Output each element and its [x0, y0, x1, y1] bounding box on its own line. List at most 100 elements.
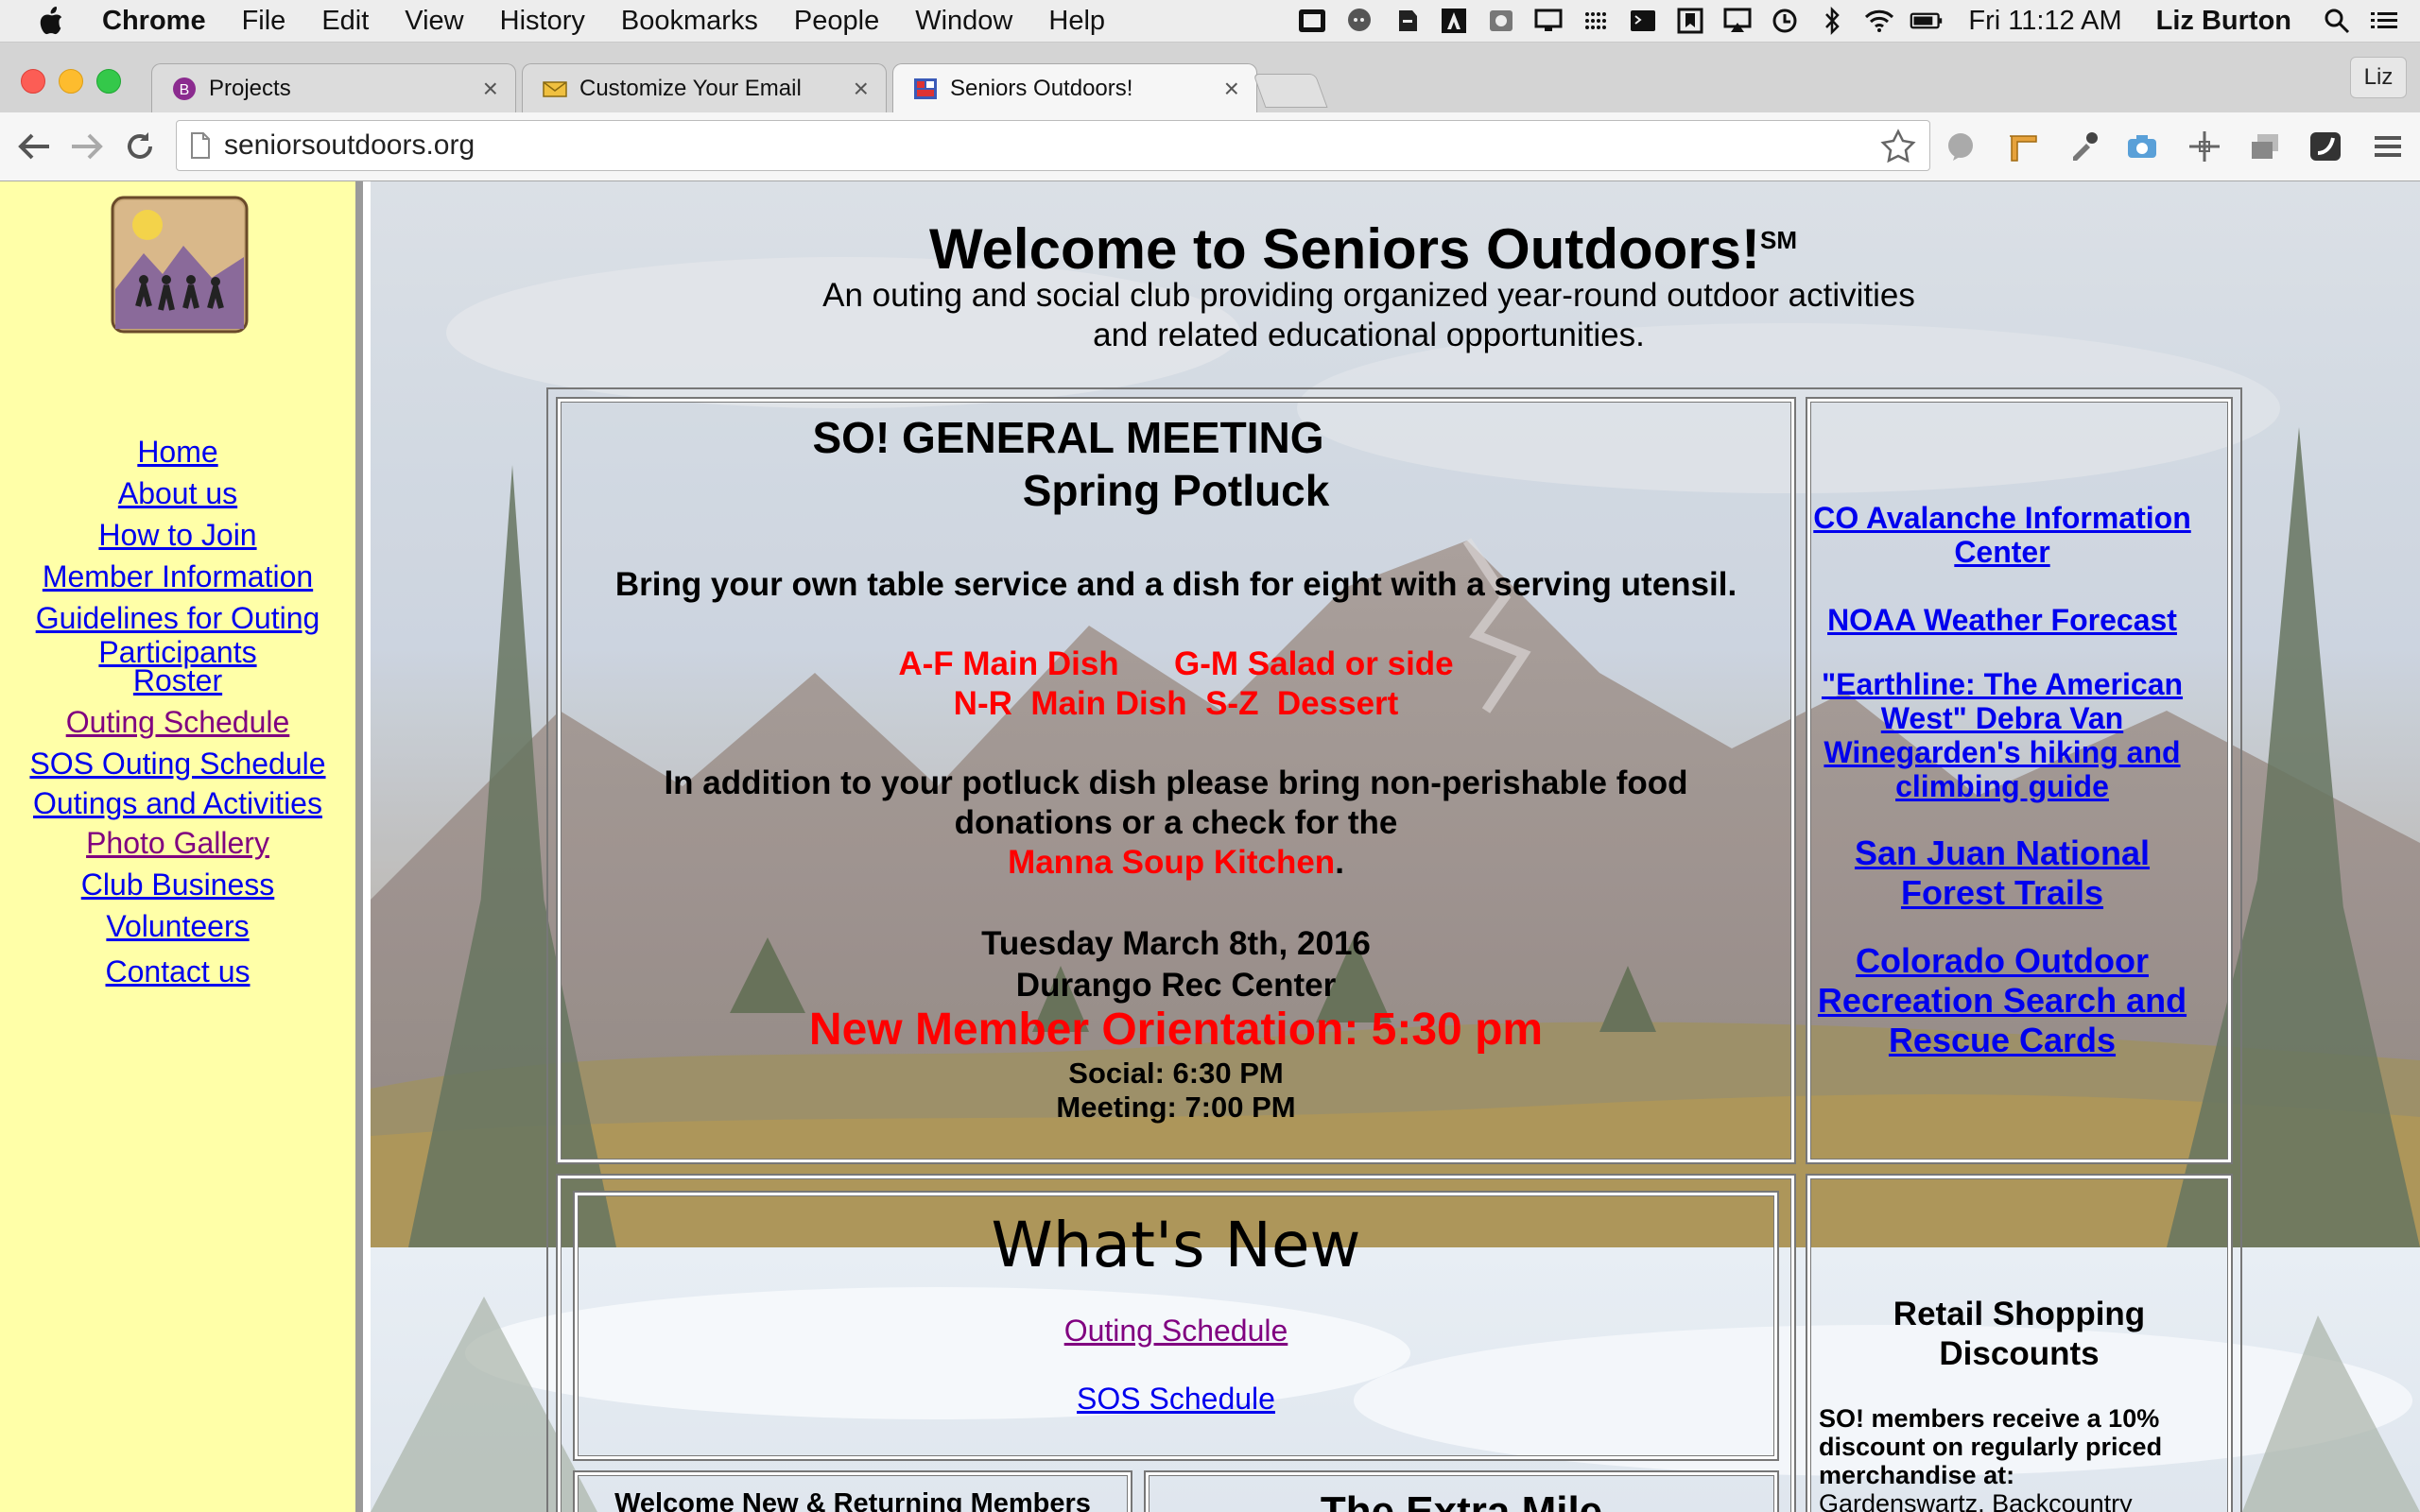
- tab-close-icon[interactable]: ×: [1224, 74, 1239, 104]
- site-sidebar: Home About us How to Join Member Informatio…: [0, 181, 363, 1512]
- noaa-forecast-link[interactable]: NOAA Weather Forecast: [1804, 603, 2201, 637]
- extra-mile-heading: The Extra Mile: [1320, 1488, 1603, 1512]
- retail-title: Retail Shopping Discounts: [1893, 1296, 2146, 1372]
- bookmark-box-icon[interactable]: [1673, 7, 1707, 35]
- sidebar-link-about-us[interactable]: About us: [0, 476, 355, 510]
- apple-icon[interactable]: [38, 7, 64, 35]
- seniors-outdoors-logo[interactable]: [110, 195, 250, 335]
- new-tab-button[interactable]: [1253, 74, 1328, 108]
- sidebar-link-guidelines-for-outing[interactable]: Guidelines for Outing Participants: [0, 601, 355, 669]
- whats-new-outing-link[interactable]: Outing Schedule: [556, 1314, 1796, 1348]
- menu-window[interactable]: Window: [915, 6, 1012, 37]
- menu-app-chrome[interactable]: Chrome: [102, 6, 206, 37]
- extension-ruler-icon[interactable]: [2004, 128, 2042, 165]
- san-juan-trails-link[interactable]: San Juan National Forest Trails: [1804, 833, 2201, 913]
- tab-title: Seniors Outdoors!: [950, 76, 1133, 101]
- sidebar-link-roster[interactable]: Roster: [0, 663, 355, 697]
- tab-close-icon[interactable]: ×: [854, 74, 869, 104]
- social-time: Social: 6:30 PM: [1068, 1057, 1284, 1090]
- sidebar-link-sos-outing-schedule[interactable]: SOS Outing Schedule: [0, 747, 355, 781]
- email-favicon-icon: [543, 81, 567, 97]
- adobe-icon[interactable]: [1437, 7, 1471, 35]
- sidebar-link-home[interactable]: Home: [0, 435, 355, 469]
- chat-bubble-icon[interactable]: [1342, 7, 1376, 35]
- bluetooth-icon[interactable]: [1815, 7, 1849, 35]
- meeting-title: SO! GENERAL MEETING: [812, 413, 1324, 462]
- spotlight-search-icon[interactable]: [2320, 7, 2354, 35]
- time-machine-icon[interactable]: [1768, 7, 1802, 35]
- profile-button[interactable]: Liz: [2350, 57, 2407, 98]
- browser-tab-strip: B Projects × Customize Your Email × Seni…: [0, 43, 2420, 113]
- address-bar-url[interactable]: seniorsoutdoors.org: [224, 121, 475, 170]
- extension-camera-icon[interactable]: [2123, 128, 2161, 165]
- page-icon: [191, 132, 210, 159]
- dish-assignment-line2: N-R Main Dish S-Z Dessert: [953, 685, 1399, 722]
- whats-new-sos-link[interactable]: SOS Schedule: [556, 1382, 1796, 1416]
- back-arrow-icon: [18, 133, 49, 160]
- sidebar-link-photo-gallery[interactable]: Photo Gallery: [0, 826, 355, 860]
- extension-chat-icon[interactable]: [1942, 128, 1979, 165]
- window-zoom-button[interactable]: [96, 69, 121, 94]
- tab-projects[interactable]: B Projects ×: [151, 63, 516, 112]
- main-content: Welcome to Seniors Outdoors!SM An outing…: [371, 181, 2420, 1512]
- grid-dots-icon[interactable]: [1579, 7, 1613, 35]
- wifi-icon[interactable]: [1862, 7, 1896, 35]
- terminal-icon[interactable]: [1626, 7, 1660, 35]
- meeting-time: Meeting: 7:00 PM: [1056, 1091, 1296, 1124]
- menu-history[interactable]: History: [500, 6, 585, 37]
- retail-description: SO! members receive a 10% discount on reg…: [1819, 1404, 2163, 1512]
- menubar-clock[interactable]: Fri 11:12 AM: [1968, 6, 2121, 37]
- orientation-notice: New Member Orientation: 5:30 pm: [808, 1005, 1544, 1055]
- forward-button[interactable]: [66, 126, 108, 167]
- meeting-subtitle: Spring Potluck: [1022, 466, 1330, 515]
- tab-seniors-outdoors[interactable]: Seniors Outdoors! ×: [892, 63, 1257, 113]
- menu-people[interactable]: People: [794, 6, 879, 37]
- extension-crosshair-icon[interactable]: [2186, 128, 2223, 165]
- tab-customize-email[interactable]: Customize Your Email ×: [522, 63, 887, 112]
- forward-arrow-icon: [72, 133, 103, 160]
- extension-stack-icon[interactable]: [2246, 128, 2284, 165]
- avalanche-info-link[interactable]: CO Avalanche Information Center: [1804, 501, 2201, 569]
- notification-center-icon[interactable]: [2367, 7, 2401, 35]
- bookmark-star-icon[interactable]: [1880, 129, 1916, 164]
- menu-edit[interactable]: Edit: [321, 6, 369, 37]
- sidebar-link-contact-us[interactable]: Contact us: [0, 954, 355, 988]
- evernote-icon[interactable]: [1390, 7, 1424, 35]
- earthline-guide-link[interactable]: "Earthline: The American West" Debra Van W…: [1804, 667, 2201, 803]
- svg-text:B: B: [180, 82, 190, 98]
- page-subtitle-line1: An outing and social club providing orga…: [822, 277, 1915, 314]
- sidebar-link-outings-and-activities[interactable]: Outings and Activities: [0, 786, 355, 820]
- menubar-user-name[interactable]: Liz Burton: [2156, 6, 2291, 37]
- menu-file[interactable]: File: [242, 6, 286, 37]
- window-close-button[interactable]: [21, 69, 45, 94]
- sidebar-link-member-information[interactable]: Member Information: [0, 559, 355, 593]
- system-prefs-icon[interactable]: [1484, 7, 1518, 35]
- address-bar[interactable]: seniorsoutdoors.org: [176, 120, 1930, 171]
- reload-button[interactable]: [119, 126, 161, 167]
- airplay-icon[interactable]: [1720, 7, 1754, 35]
- menu-view[interactable]: View: [405, 6, 463, 37]
- sidebar-link-outing-schedule[interactable]: Outing Schedule: [0, 705, 355, 739]
- web-page: Home About us How to Join Member Informatio…: [0, 181, 2420, 1512]
- sidebar-link-club-business[interactable]: Club Business: [0, 868, 355, 902]
- menu-help[interactable]: Help: [1048, 6, 1105, 37]
- battery-icon[interactable]: [1910, 7, 1944, 35]
- back-button[interactable]: [13, 126, 55, 167]
- meeting-instructions: Bring your own table service and a dish …: [614, 566, 1737, 603]
- extension-eyedropper-icon[interactable]: [2065, 128, 2102, 165]
- seniors-outdoors-favicon-icon: [914, 78, 937, 99]
- bose-icon[interactable]: [1295, 7, 1329, 35]
- menu-bookmarks[interactable]: Bookmarks: [621, 6, 758, 37]
- cotrex-cards-link[interactable]: Colorado Outdoor Recreation Search and Res…: [1804, 941, 2201, 1060]
- chrome-menu-icon[interactable]: [2369, 128, 2407, 165]
- sidebar-link-volunteers[interactable]: Volunteers: [0, 909, 355, 943]
- page-title: Welcome to Seniors Outdoors!SM: [929, 217, 1797, 281]
- meeting-venue: Durango Rec Center: [1015, 967, 1337, 1004]
- service-mark: SM: [1760, 226, 1797, 254]
- extension-screen-icon[interactable]: [2307, 128, 2344, 165]
- tab-close-icon[interactable]: ×: [483, 74, 498, 104]
- charity-line: Manna Soup Kitchen.: [1008, 844, 1344, 881]
- window-minimize-button[interactable]: [59, 69, 83, 94]
- sidebar-link-how-to-join[interactable]: How to Join: [0, 518, 355, 552]
- display-icon[interactable]: [1531, 7, 1565, 35]
